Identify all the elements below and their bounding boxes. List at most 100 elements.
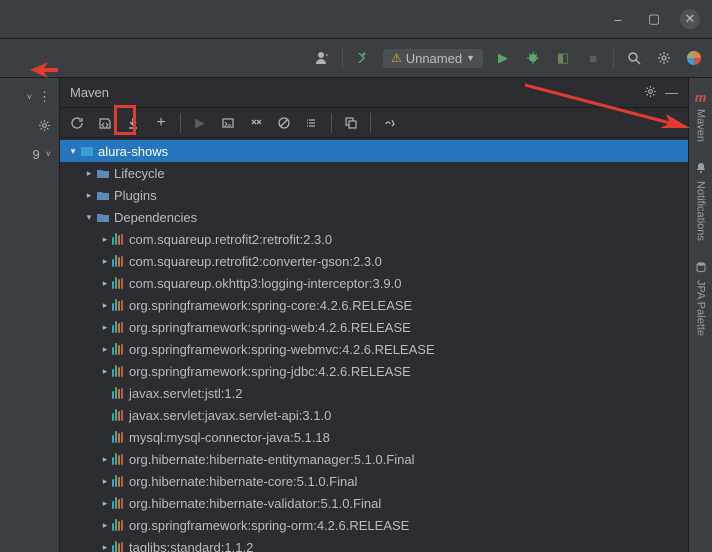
chevron-right-icon[interactable]: ▸ <box>98 520 112 531</box>
left-gutter: ˅ ⋮ 9 ˅ <box>0 78 60 552</box>
chevron-down-icon[interactable]: ▾ <box>66 146 80 157</box>
stripe-label: Notifications <box>695 181 707 241</box>
toggle-offline-icon[interactable] <box>247 114 265 132</box>
tree-dependencies[interactable]: ▾ Dependencies <box>60 206 688 228</box>
chevron-right-icon[interactable]: ▸ <box>98 344 112 355</box>
library-icon <box>112 453 123 465</box>
minimize-button[interactable]: – <box>608 9 628 29</box>
tree-label: Plugins <box>114 188 157 203</box>
tree-label: org.springframework:spring-jdbc:4.2.6.RE… <box>129 364 411 379</box>
tree-label: javax.servlet:jstl:1.2 <box>129 386 242 401</box>
chevron-down-icon[interactable]: ˅ <box>27 92 32 102</box>
chevron-right-icon[interactable]: ▸ <box>98 366 112 377</box>
tree-label: org.hibernate:hibernate-entitymanager:5.… <box>129 452 414 467</box>
more-icon[interactable]: ⋮ <box>38 89 51 105</box>
folder-icon <box>96 166 110 180</box>
skip-tests-icon[interactable] <box>275 114 293 132</box>
chevron-right-icon[interactable]: ▸ <box>98 542 112 552</box>
stripe-notifications-button[interactable]: Notifications <box>695 158 707 245</box>
chevron-right-icon[interactable]: ▸ <box>98 256 112 267</box>
collapse-all-icon[interactable] <box>342 114 360 132</box>
tree-dependency[interactable]: ▸org.springframework:spring-web:4.2.6.RE… <box>60 316 688 338</box>
tree-dependency[interactable]: ▸ org.springframework:spring-orm:4.2.6.RE… <box>60 514 688 536</box>
chevron-right-icon[interactable]: ▸ <box>98 234 112 245</box>
right-toolwindow-stripe: m Maven Notifications JPA Palette <box>688 78 712 552</box>
download-sources-icon[interactable] <box>124 114 142 132</box>
maven-toolbar: + ▶ <box>60 108 688 138</box>
chevron-right-icon[interactable]: ▸ <box>98 278 112 289</box>
tree-label: com.squareup.retrofit2:converter-gson:2.… <box>129 254 382 269</box>
tree-label: Lifecycle <box>114 166 165 181</box>
separator <box>370 113 371 133</box>
panel-settings-icon[interactable] <box>644 85 657 101</box>
tree-dependency[interactable]: ▸taglibs:standard:1.1.2 <box>60 536 688 552</box>
tree-dependency[interactable]: ▸ org.hibernate:hibernate-entitymanager:5… <box>60 448 688 470</box>
library-icon <box>112 277 123 289</box>
library-icon <box>112 321 123 333</box>
separator <box>331 113 332 133</box>
tree-dependency[interactable]: mysql:mysql-connector-java:5.1.18 <box>60 426 688 448</box>
stripe-label: JPA Palette <box>695 280 707 336</box>
tree-dependency[interactable]: ▸com.squareup.retrofit2:retrofit:2.3.0 <box>60 228 688 250</box>
tree-label: org.springframework:spring-orm:4.2.6.REL… <box>129 518 409 533</box>
stripe-maven-button[interactable]: m Maven <box>695 86 707 146</box>
chevron-right-icon[interactable]: ▸ <box>82 168 96 179</box>
module-icon <box>80 144 94 158</box>
library-icon <box>112 541 123 552</box>
maven-tree[interactable]: ▾ alura-shows ▸ Lifecycle ▸ Plugins <box>60 138 688 552</box>
settings-icon[interactable] <box>654 48 674 68</box>
tree-label: javax.servlet:javax.servlet-api:3.1.0 <box>129 408 331 423</box>
fold-icon[interactable]: ˅ <box>46 149 51 159</box>
tree-label: mysql:mysql-connector-java:5.1.18 <box>129 430 330 445</box>
close-button[interactable]: ✕ <box>680 9 700 29</box>
library-icon <box>112 497 123 509</box>
stripe-jpa-button[interactable]: JPA Palette <box>695 257 707 340</box>
chevron-right-icon[interactable]: ▸ <box>98 476 112 487</box>
run-button[interactable]: ▶ <box>493 48 513 68</box>
ide-logo-icon[interactable] <box>684 48 704 68</box>
maven-settings-icon[interactable] <box>381 114 399 132</box>
library-icon <box>112 299 123 311</box>
library-icon <box>112 343 123 355</box>
tree-dependency[interactable]: javax.servlet:javax.servlet-api:3.1.0 <box>60 404 688 426</box>
chevron-right-icon[interactable]: ▸ <box>98 498 112 509</box>
show-dependencies-icon[interactable] <box>303 114 321 132</box>
panel-hide-icon[interactable]: — <box>665 85 678 100</box>
tree-label: Dependencies <box>114 210 197 225</box>
generate-sources-icon[interactable] <box>96 114 114 132</box>
tree-root[interactable]: ▾ alura-shows <box>60 140 688 162</box>
tree-dependency[interactable]: javax.servlet:jstl:1.2 <box>60 382 688 404</box>
folder-icon <box>96 188 110 202</box>
stop-button: ■ <box>583 48 603 68</box>
tree-dependency[interactable]: ▸org.hibernate:hibernate-core:5.1.0.Fina… <box>60 470 688 492</box>
tree-dependency[interactable]: ▸org.springframework:spring-webmvc:4.2.6… <box>60 338 688 360</box>
coverage-button[interactable]: ◧ <box>553 48 573 68</box>
tree-dependency[interactable]: ▸ com.squareup.retrofit2:converter-gson:2… <box>60 250 688 272</box>
chevron-down-icon[interactable]: ▾ <box>82 212 96 223</box>
separator <box>613 48 614 68</box>
user-icon[interactable] <box>312 48 332 68</box>
tree-plugins[interactable]: ▸ Plugins <box>60 184 688 206</box>
warning-icon: ⚠ <box>391 51 402 65</box>
library-icon <box>112 475 123 487</box>
gutter-gear-icon[interactable] <box>38 119 51 135</box>
tree-lifecycle[interactable]: ▸ Lifecycle <box>60 162 688 184</box>
build-icon[interactable] <box>353 48 373 68</box>
add-maven-project-icon[interactable]: + <box>152 114 170 132</box>
chevron-right-icon[interactable]: ▸ <box>98 454 112 465</box>
run-config-label: Unnamed <box>406 51 462 66</box>
execute-goal-icon[interactable] <box>219 114 237 132</box>
maximize-button[interactable]: ▢ <box>644 9 664 29</box>
tree-dependency[interactable]: ▸ org.springframework:spring-jdbc:4.2.6.R… <box>60 360 688 382</box>
chevron-right-icon[interactable]: ▸ <box>82 190 96 201</box>
tree-dependency[interactable]: ▸org.hibernate:hibernate-validator:5.1.0… <box>60 492 688 514</box>
debug-button[interactable] <box>523 48 543 68</box>
chevron-right-icon[interactable]: ▸ <box>98 322 112 333</box>
tree-dependency[interactable]: ▸org.springframework:spring-core:4.2.6.R… <box>60 294 688 316</box>
tree-dependency[interactable]: ▸com.squareup.okhttp3:logging-intercepto… <box>60 272 688 294</box>
reload-icon[interactable] <box>68 114 86 132</box>
chevron-right-icon[interactable]: ▸ <box>98 300 112 311</box>
library-icon <box>112 233 123 245</box>
run-configuration-selector[interactable]: ⚠ Unnamed ▼ <box>383 49 483 68</box>
search-icon[interactable] <box>624 48 644 68</box>
